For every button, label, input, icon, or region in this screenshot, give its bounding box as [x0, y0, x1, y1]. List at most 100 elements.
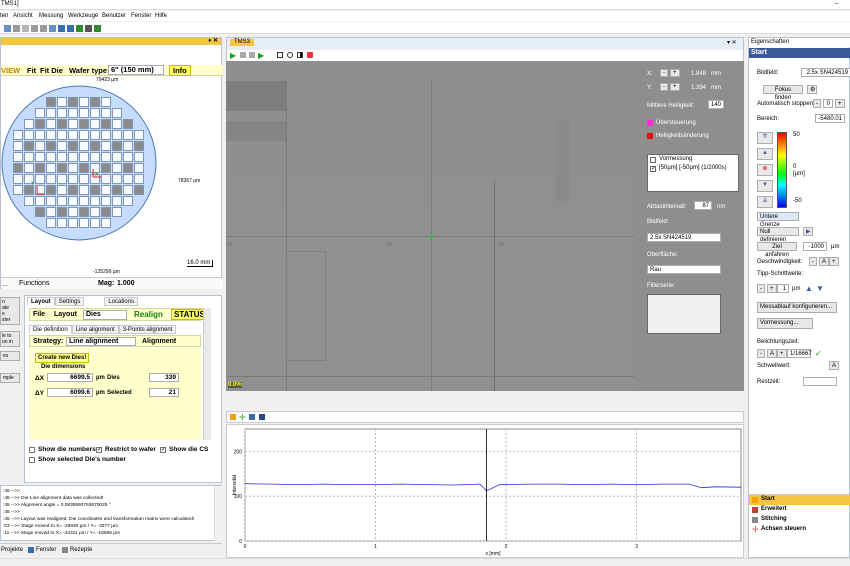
height-scale[interactable] [777, 132, 787, 208]
target-button[interactable]: Ziel anfahren [757, 242, 797, 258]
menu-item-tools[interactable]: Werkzeuge [68, 13, 98, 19]
tab-settings[interactable]: Settings [54, 297, 85, 306]
exposure-auto[interactable]: A [767, 349, 778, 358]
wafer-type-select[interactable]: 6" (150 mm) [108, 65, 164, 75]
copy-icon[interactable] [13, 25, 20, 32]
threshold-auto[interactable]: A [829, 361, 840, 370]
tip-up-icon[interactable]: ▲ [805, 284, 813, 293]
subtab-line-alignment[interactable]: Line alignment [71, 325, 119, 334]
stop-icon[interactable] [240, 52, 246, 58]
pin-close-icons[interactable]: ♦ ✕ [208, 38, 218, 45]
tip-input[interactable]: 1 [777, 284, 789, 293]
functions-dropdown[interactable]: Functions [19, 280, 49, 287]
tab-projekte[interactable]: Projekte [1, 547, 23, 553]
nav-start[interactable]: Start [749, 495, 850, 505]
null-play-icon[interactable]: ▶ [803, 227, 813, 236]
up-icon[interactable]: ▲ [757, 148, 773, 160]
interval-input[interactable]: 87 [694, 201, 712, 210]
filter-list[interactable] [647, 294, 721, 334]
tab-locations[interactable]: Locations [104, 297, 139, 306]
tile-icon[interactable] [58, 25, 65, 32]
x-plus-button[interactable]: + [670, 69, 680, 77]
premeasure-checkbox[interactable] [650, 157, 656, 163]
save-icon[interactable] [4, 25, 11, 32]
focus-button[interactable]: Fokus finden [763, 85, 803, 101]
log-scrollbar[interactable] [214, 486, 222, 541]
view-button[interactable]: VIEW [1, 66, 20, 75]
side-button-2[interactable]: le to on in [0, 331, 20, 347]
layout-scrollbar[interactable] [203, 308, 211, 440]
tab-rezepte[interactable]: Rezepte [70, 547, 92, 553]
show-selected-checkbox[interactable] [29, 457, 35, 463]
tip-down-icon[interactable]: ▼ [816, 284, 824, 293]
save-chart-icon[interactable] [259, 414, 265, 420]
x-minus-button[interactable]: - [660, 69, 668, 77]
tip-minus[interactable]: - [757, 284, 765, 293]
toolbar-icons[interactable] [4, 25, 164, 32]
run-icon[interactable] [94, 25, 101, 32]
frame-icon[interactable] [277, 52, 283, 58]
lower-limit-button[interactable]: Untere Grenze [757, 212, 799, 228]
autostop-plus[interactable]: + [835, 99, 845, 108]
target-input[interactable]: -1000 [803, 242, 827, 251]
crosshair-icon[interactable] [287, 52, 293, 58]
restrict-checkbox[interactable]: ✓ [96, 447, 102, 453]
file-menu[interactable]: File [33, 311, 45, 318]
nav-axes[interactable]: ✛ Achsen steuern [749, 525, 850, 535]
paste-icon[interactable] [22, 25, 29, 32]
subtab-die-definition[interactable]: Die definition [29, 325, 72, 334]
more-button[interactable]: ... [2, 281, 8, 288]
tip-plus[interactable]: + [767, 284, 777, 293]
list-item-scan[interactable]: [50µm] [-50µm] (1/2000s) [659, 165, 727, 171]
strategy-select[interactable]: Line alignment [66, 337, 136, 346]
side-button-1[interactable]: n ate e ster [0, 297, 20, 325]
minimize-button[interactable]: – [835, 1, 838, 7]
alignment-menu[interactable]: Alignment [142, 338, 176, 345]
profile-chart[interactable]: 0 100 200 0 1 2 3 x [mm] Intensität [226, 424, 744, 558]
doc-tab-tms3[interactable]: TMS3 [230, 39, 255, 46]
range-value[interactable]: -5480.01 [815, 114, 845, 123]
to-top-icon[interactable]: ⇈ [757, 132, 773, 144]
menu-item-user[interactable]: Benutzer [102, 13, 126, 19]
y-plus-button[interactable]: + [670, 83, 680, 91]
focus-settings-icon[interactable]: ⚙ [807, 85, 817, 94]
microscope-image[interactable]: 2H 2H 2H 0.0% [226, 61, 634, 391]
info-button[interactable]: Info [169, 65, 191, 76]
list-item-premeasure[interactable]: Vormessung [659, 156, 692, 162]
nav-stitching[interactable]: Stitching [749, 515, 850, 525]
down-icon[interactable]: ▼ [757, 180, 773, 192]
scan-checkbox[interactable]: ✓ [650, 166, 656, 172]
exposure-minus[interactable]: - [757, 349, 765, 358]
dies-select[interactable]: Dies [83, 310, 127, 320]
fit-button[interactable]: Fit [27, 66, 36, 75]
speed-auto[interactable]: A [819, 257, 830, 266]
exposure-input[interactable]: 1/16667 [787, 349, 812, 358]
speed-plus[interactable]: + [829, 257, 839, 266]
autostop-value[interactable]: 0 [823, 99, 833, 108]
play-icon[interactable]: ▶ [230, 51, 236, 60]
tab-layout[interactable]: Layout [27, 297, 55, 306]
subtab-3points[interactable]: 3-Points alignment [118, 325, 177, 334]
menu-item-window[interactable]: Fenster [131, 13, 151, 19]
download-icon[interactable] [76, 25, 83, 32]
wafer-map[interactable]: Y X [1, 83, 171, 243]
autostop-minus[interactable]: - [813, 99, 821, 108]
premeasure-button[interactable]: Vormessung... [757, 318, 813, 329]
configure-button[interactable]: Messablauf konfigurieren... [757, 302, 837, 313]
nav-extended[interactable]: Erweitert [749, 505, 850, 515]
window-icon[interactable] [49, 25, 56, 32]
chart-icon[interactable] [249, 414, 255, 420]
show-numbers-checkbox[interactable] [29, 447, 35, 453]
menu-item[interactable]: ten [0, 13, 8, 19]
dy-input[interactable]: 6099.6 [47, 388, 93, 397]
menu-item-measure[interactable]: Messung [39, 13, 63, 19]
menu-item-view[interactable]: Ansicht [13, 13, 33, 19]
cursor-icon[interactable]: ✛ [239, 413, 246, 422]
realign-button[interactable]: Realign [134, 310, 163, 319]
show-cs-checkbox[interactable]: ✓ [160, 447, 166, 453]
dx-input[interactable]: 6699.5 [47, 373, 93, 382]
measurement-list[interactable]: Vormessung ✓ [50µm] [-50µm] (1/2000s) [647, 154, 739, 192]
tab-fenster[interactable]: Fenster [36, 547, 56, 553]
undo-icon[interactable] [31, 25, 38, 32]
to-bottom-icon[interactable]: ⇊ [757, 196, 773, 208]
